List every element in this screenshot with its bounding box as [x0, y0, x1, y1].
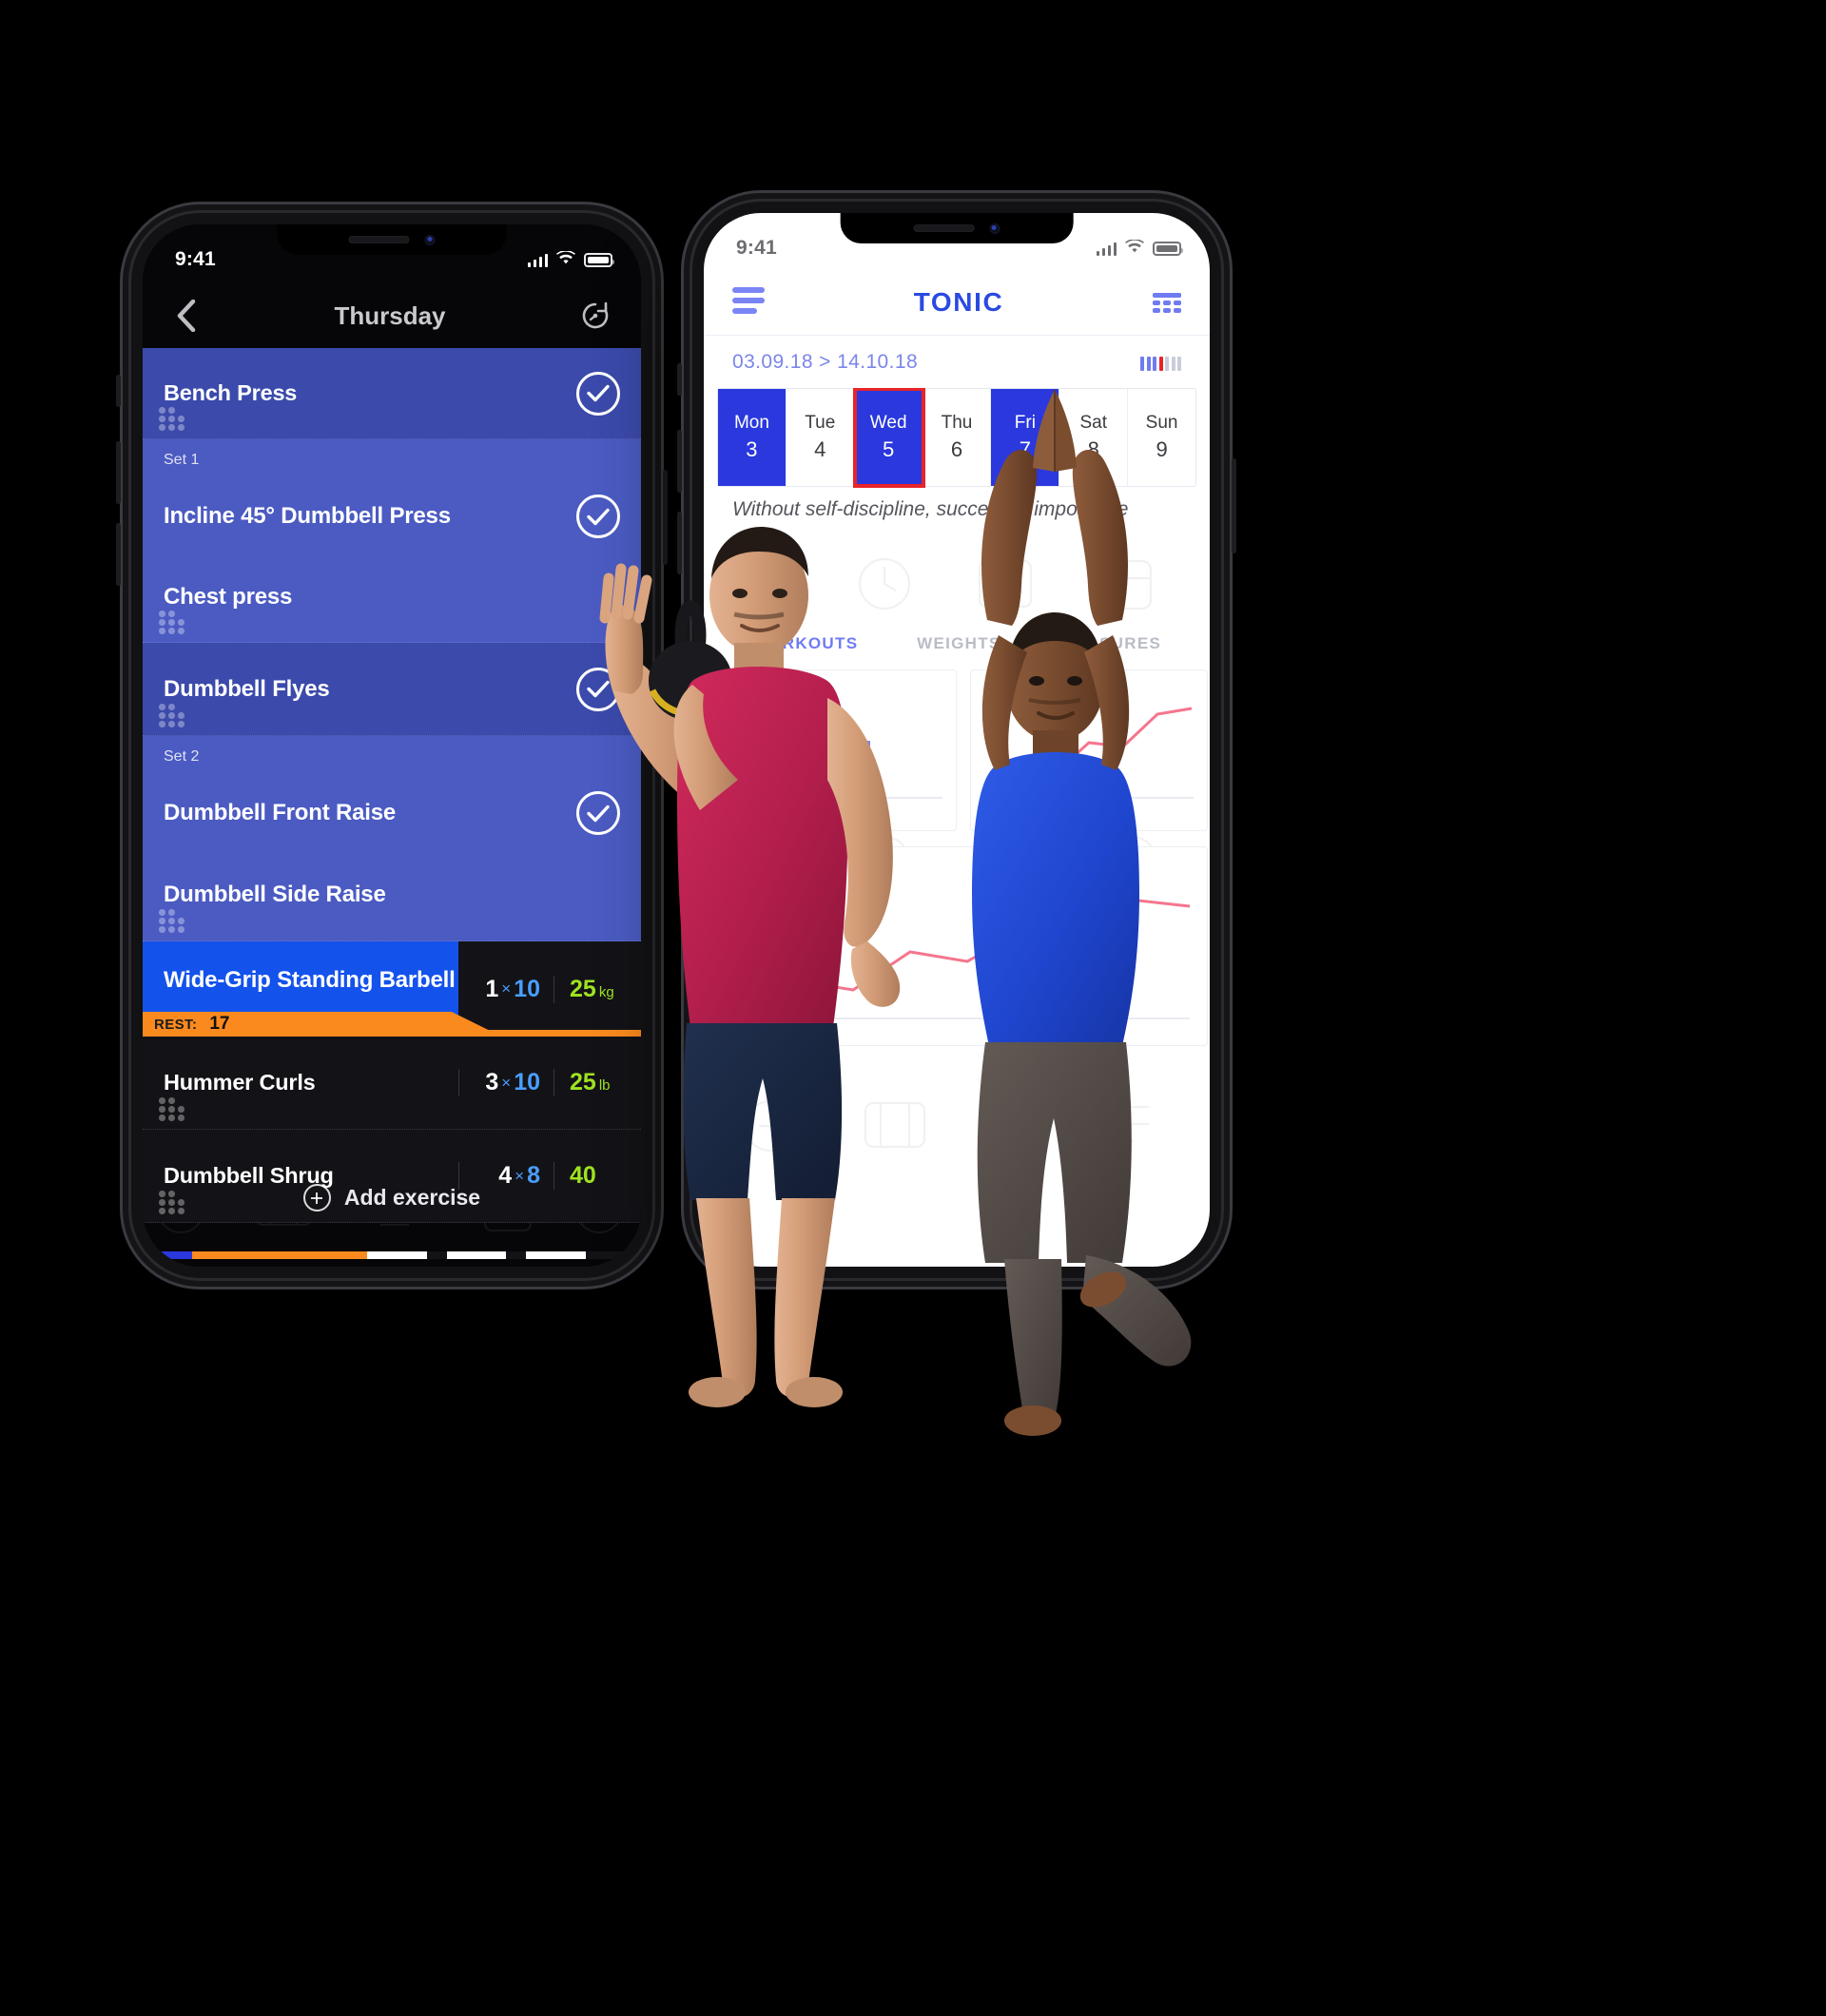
- day-number: 3: [746, 437, 758, 461]
- set-label: Set 1: [164, 452, 200, 468]
- app-brand-title: TONIC: [913, 287, 1004, 317]
- hamburger-menu-icon[interactable]: [732, 286, 765, 319]
- mockup-stage: 9:41 Thursday Bench Press Set 1 Incline …: [0, 0, 1826, 2016]
- set-divider-1: Set 1: [143, 439, 641, 481]
- mute-switch[interactable]: [116, 375, 121, 407]
- drag-handle[interactable]: [159, 407, 187, 431]
- volume-up-button[interactable]: [116, 441, 121, 504]
- page-title: Thursday: [334, 300, 446, 330]
- volume-down-button[interactable]: [116, 523, 121, 586]
- drag-handle[interactable]: [159, 704, 187, 727]
- exercise-name: Wide-Grip Standing Barbell: [164, 967, 456, 993]
- left-status-time: 9:41: [175, 248, 216, 270]
- day-name: Mon: [733, 413, 769, 433]
- earpiece-speaker: [913, 224, 975, 232]
- signal-bars-icon: [1096, 242, 1117, 256]
- right-nav-bar: TONIC: [704, 270, 1210, 335]
- front-camera: [989, 223, 1000, 234]
- volume-up-button[interactable]: [677, 430, 682, 493]
- drag-handle[interactable]: [159, 611, 187, 634]
- right-status-time: 9:41: [736, 237, 777, 259]
- rest-label: REST:: [154, 1016, 198, 1033]
- rest-seconds: 17: [209, 1014, 230, 1034]
- sets-number: 1: [485, 975, 499, 1002]
- signal-bars-icon: [527, 253, 548, 267]
- grid-view-icon[interactable]: [1152, 292, 1181, 313]
- wifi-icon: [556, 248, 575, 271]
- drag-handle[interactable]: [159, 1097, 187, 1121]
- day-number: 4: [814, 437, 826, 461]
- earpiece-speaker: [348, 236, 410, 243]
- drag-handle[interactable]: [159, 909, 187, 933]
- exercise-name: Bench Press: [164, 380, 298, 405]
- left-notch: [277, 224, 507, 255]
- battery-icon: [1153, 241, 1183, 256]
- chevron-left-icon[interactable]: [167, 297, 205, 335]
- exercise-row-bench-press[interactable]: Bench Press: [143, 348, 641, 439]
- multiply-symbol: ×: [501, 1073, 512, 1092]
- battery-icon: [584, 252, 614, 267]
- multiply-symbol: ×: [501, 979, 512, 998]
- date-range-label: 03.09.18 > 14.10.18: [732, 350, 919, 373]
- right-notch: [840, 213, 1074, 243]
- wifi-icon: [1125, 237, 1144, 260]
- set-label: Set 2: [164, 748, 200, 765]
- front-camera: [424, 234, 436, 245]
- sets-number: 3: [485, 1069, 499, 1095]
- exercise-name: Hummer Curls: [164, 1070, 316, 1095]
- mini-bars-icon[interactable]: [1140, 354, 1181, 371]
- stopwatch-icon[interactable]: [574, 295, 616, 337]
- mute-switch[interactable]: [677, 363, 682, 396]
- left-nav-bar: Thursday: [143, 283, 641, 348]
- day-name: Tue: [805, 413, 836, 433]
- female-fitness-model-photo: [837, 380, 1284, 1445]
- calendar-day-mon[interactable]: Mon 3: [718, 389, 787, 486]
- plus-circle-icon: [302, 1183, 331, 1212]
- exercise-check-icon[interactable]: [576, 371, 620, 416]
- add-exercise-label: Add exercise: [343, 1184, 481, 1210]
